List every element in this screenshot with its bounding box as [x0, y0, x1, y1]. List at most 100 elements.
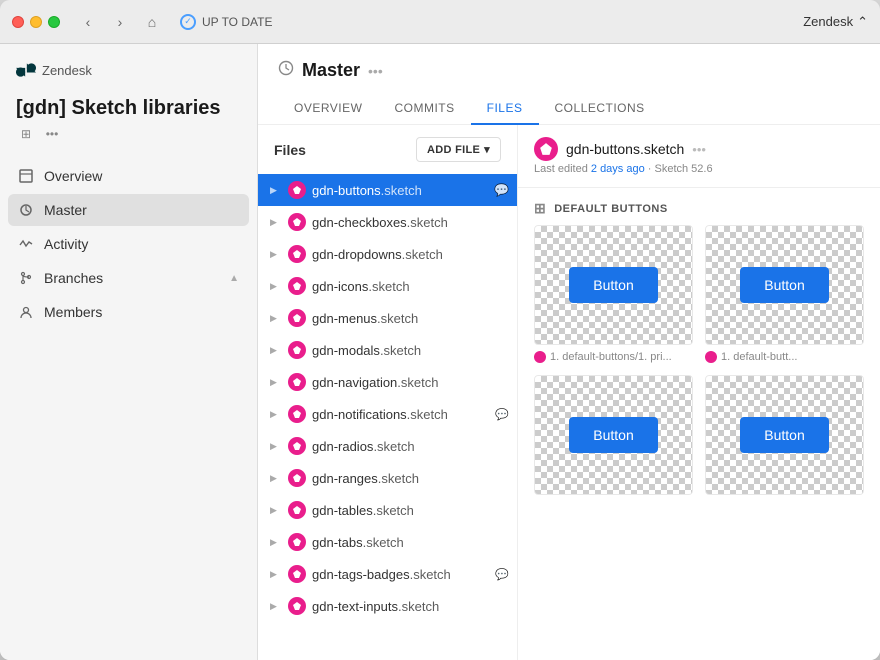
tab-commits[interactable]: COMMITS [378, 93, 470, 125]
preview-file-row: gdn-buttons.sketch ••• [534, 137, 864, 161]
repo-header: Master ••• OVERVIEW COMMITS FILES COLLEC… [258, 44, 880, 125]
expand-icon: ▶ [270, 601, 282, 612]
sketch-file-icon [288, 245, 306, 263]
preview-grid: Button 1. default-buttons/1. pri... Butt… [518, 225, 880, 511]
card-label-text: 1. default-butt... [721, 351, 797, 363]
sketch-file-icon [288, 533, 306, 551]
add-file-button[interactable]: ADD FILE ▾ [416, 137, 501, 162]
preview-card[interactable]: Button 1. default-buttons/1. pri... [534, 225, 693, 363]
status-label: UP TO DATE [202, 15, 272, 29]
sidebar: Zendesk [gdn] Sketch libraries ⊞ ••• Ove… [0, 44, 258, 660]
preview-card[interactable]: Button 1. default-butt... [705, 225, 864, 363]
sketch-file-icon [288, 181, 306, 199]
main-content: Master ••• OVERVIEW COMMITS FILES COLLEC… [258, 44, 880, 660]
repo-title-row: Master ••• [278, 60, 860, 81]
titlebar: ‹ › ⌂ ✓ UP TO DATE Zendesk ⌃ [0, 0, 880, 44]
sync-icon: ✓ [180, 14, 196, 30]
button-preview: Button [569, 417, 657, 453]
zendesk-logo-icon [16, 60, 36, 80]
preview-file-name: gdn-buttons.sketch [566, 141, 684, 157]
file-item[interactable]: ▶ gdn-tables.sketch [258, 494, 517, 526]
file-item[interactable]: ▶ gdn-radios.sketch [258, 430, 517, 462]
project-name: [gdn] Sketch libraries [16, 96, 241, 120]
project-more-icon[interactable]: ••• [42, 124, 62, 144]
sketch-file-icon [288, 309, 306, 327]
expand-icon: ▶ [270, 217, 282, 228]
sidebar-nav: Overview Master Activity [0, 160, 257, 328]
sidebar-item-master[interactable]: Master [8, 194, 249, 226]
file-browser-header: Files ADD FILE ▾ [258, 125, 517, 174]
file-item[interactable]: ▶ gdn-ranges.sketch [258, 462, 517, 494]
file-item[interactable]: ▶ gdn-menus.sketch [258, 302, 517, 334]
file-item[interactable]: ▶ gdn-checkboxes.sketch [258, 206, 517, 238]
file-name: gdn-text-inputs.sketch [312, 599, 509, 614]
preview-meta: Last edited 2 days ago · Sketch 52.6 [534, 163, 864, 175]
content-area: Files ADD FILE ▾ ▶ gdn [258, 125, 880, 660]
preview-card-image: Button [534, 225, 693, 345]
minimize-button[interactable] [30, 16, 42, 28]
file-name: gdn-checkboxes.sketch [312, 215, 509, 230]
expand-icon: ▶ [270, 377, 282, 388]
forward-button[interactable]: › [108, 10, 132, 34]
file-name: gdn-modals.sketch [312, 343, 509, 358]
comment-icon: 💬 [494, 183, 509, 197]
sketch-file-icon [288, 341, 306, 359]
sketch-file-icon [288, 277, 306, 295]
preview-card-image: Button [705, 225, 864, 345]
preview-file-menu-button[interactable]: ••• [692, 142, 706, 157]
branches-icon [18, 270, 34, 286]
back-button[interactable]: ‹ [76, 10, 100, 34]
tab-collections[interactable]: COLLECTIONS [539, 93, 661, 125]
app-body: Zendesk [gdn] Sketch libraries ⊞ ••• Ove… [0, 44, 880, 660]
overview-icon [18, 168, 34, 184]
preview-card-label: 1. default-butt... [705, 351, 864, 363]
file-item[interactable]: ▶ gdn-tags-badges.sketch 💬 [258, 558, 517, 590]
file-item[interactable]: ▶ gdn-modals.sketch [258, 334, 517, 366]
section-title: DEFAULT BUTTONS [554, 203, 667, 215]
expand-icon: ▶ [270, 537, 282, 548]
file-item[interactable]: ▶ gdn-icons.sketch [258, 270, 517, 302]
preview-card[interactable]: Button [534, 375, 693, 495]
tab-overview[interactable]: OVERVIEW [278, 93, 378, 125]
sidebar-item-activity[interactable]: Activity [8, 228, 249, 260]
project-icons: ⊞ ••• [16, 124, 241, 144]
traffic-lights [12, 16, 60, 28]
meta-link[interactable]: 2 days ago [591, 163, 645, 175]
expand-icon: ▶ [270, 505, 282, 516]
sketch-file-icon [288, 597, 306, 615]
close-button[interactable] [12, 16, 24, 28]
expand-icon: ▶ [270, 473, 282, 484]
home-button[interactable]: ⌂ [140, 10, 164, 34]
file-item[interactable]: ▶ gdn-text-inputs.sketch [258, 590, 517, 622]
file-item[interactable]: ▶ gdn-notifications.sketch 💬 [258, 398, 517, 430]
preview-card-image: Button [534, 375, 693, 495]
sidebar-item-branches[interactable]: Branches ▲ [8, 262, 249, 294]
tab-files[interactable]: FILES [471, 93, 539, 125]
repo-menu-button[interactable]: ••• [368, 63, 383, 79]
sketch-label-icon [705, 351, 717, 363]
activity-icon [18, 236, 34, 252]
sidebar-header: Zendesk [0, 44, 257, 92]
maximize-button[interactable] [48, 16, 60, 28]
sidebar-item-overview[interactable]: Overview [8, 160, 249, 192]
file-item[interactable]: ▶ gdn-buttons.sketch 💬 [258, 174, 517, 206]
repo-icon [278, 60, 294, 81]
file-item[interactable]: ▶ gdn-tabs.sketch [258, 526, 517, 558]
file-item[interactable]: ▶ gdn-dropdowns.sketch [258, 238, 517, 270]
sidebar-item-members[interactable]: Members [8, 296, 249, 328]
sketch-file-icon [288, 565, 306, 583]
button-preview: Button [740, 417, 828, 453]
org-name: Zendesk [42, 63, 92, 78]
account-switcher[interactable]: Zendesk ⌃ [803, 14, 868, 30]
project-grid-icon[interactable]: ⊞ [16, 124, 36, 144]
file-name: gdn-ranges.sketch [312, 471, 509, 486]
comment-icon: 💬 [495, 408, 509, 421]
section-title-row: ⊞ DEFAULT BUTTONS [518, 188, 880, 225]
file-list: ▶ gdn-buttons.sketch 💬 ▶ [258, 174, 517, 660]
file-item[interactable]: ▶ gdn-navigation.sketch [258, 366, 517, 398]
file-name: gdn-tags-badges.sketch [312, 567, 489, 582]
preview-card[interactable]: Button [705, 375, 864, 495]
file-name: gdn-notifications.sketch [312, 407, 489, 422]
expand-icon: ▶ [270, 345, 282, 356]
app-window: ‹ › ⌂ ✓ UP TO DATE Zendesk ⌃ [0, 0, 880, 660]
